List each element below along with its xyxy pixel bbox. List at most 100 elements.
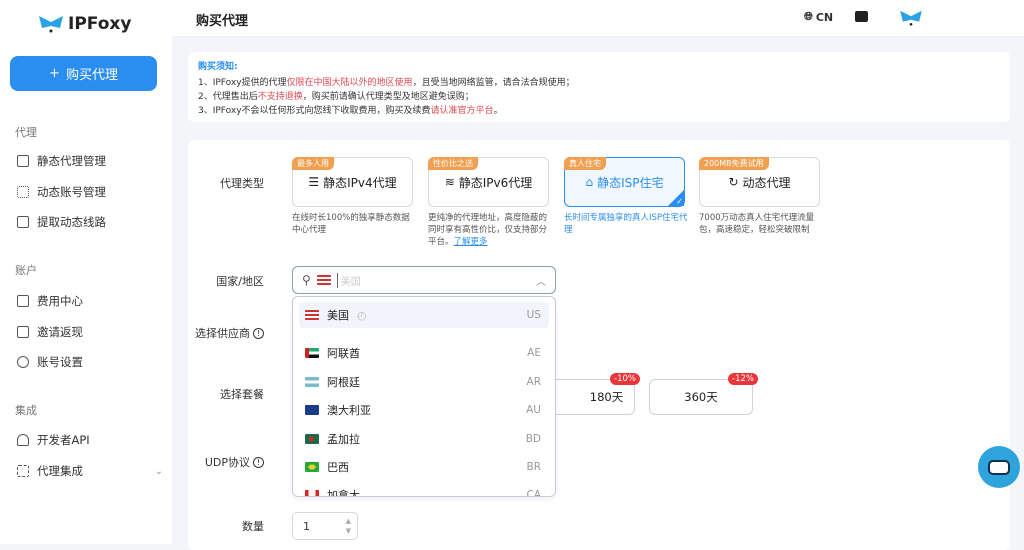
nav-label: 开发者API bbox=[37, 433, 90, 447]
country-option-us[interactable]: 美国 ◴ US bbox=[299, 302, 549, 328]
layers-icon: ≋ bbox=[444, 175, 455, 189]
type-desc: 长时间专属独享的真人ISP住宅代理 bbox=[564, 213, 688, 235]
nav-label: 动态账号管理 bbox=[37, 185, 106, 199]
country-code: BD bbox=[525, 433, 541, 445]
country-option-br[interactable]: 巴西 BR bbox=[299, 454, 549, 480]
country-select[interactable]: ⚲ 美国 ︿ bbox=[292, 266, 556, 294]
country-name: 巴西 bbox=[327, 461, 349, 474]
learn-more-link[interactable]: 了解更多 bbox=[454, 237, 488, 247]
flag-icon bbox=[305, 434, 319, 444]
search-icon: ⚲ bbox=[302, 273, 311, 287]
type-desc: 在线时长100%的独享静态数据中心代理 bbox=[292, 213, 410, 235]
type-label: 静态IPv6代理 bbox=[458, 175, 533, 190]
language-label: CN bbox=[815, 10, 834, 24]
accounts-icon bbox=[17, 186, 29, 198]
proxy-type-ipv4[interactable]: 最多人用 ☰ 静态IPv4代理 bbox=[292, 157, 413, 207]
country-code: AU bbox=[526, 404, 541, 416]
country-search-input[interactable]: 美国 bbox=[336, 272, 361, 288]
notice-line: 2、代理售出后不支持退换，购买前请确认代理类型及地区避免误购； bbox=[198, 92, 474, 102]
discount-badge: -12% bbox=[728, 373, 758, 385]
type-label: 静态IPv4代理 bbox=[323, 175, 397, 190]
package-360-days[interactable]: 360天 -12% bbox=[649, 373, 758, 415]
check-icon: ✓ bbox=[676, 197, 683, 206]
monitor-icon bbox=[17, 155, 29, 167]
label-country: 国家/地区 bbox=[216, 275, 264, 288]
flag-icon bbox=[305, 490, 319, 496]
fox-logo-icon bbox=[39, 16, 63, 33]
buy-proxy-button[interactable]: + 购买代理 bbox=[10, 56, 157, 91]
chat-icon bbox=[988, 459, 1010, 475]
nav-label: 费用中心 bbox=[37, 294, 83, 308]
country-option-au[interactable]: 澳大利亚 AU bbox=[299, 397, 549, 423]
stepper-arrows-icon[interactable]: ▲ ▼ bbox=[346, 516, 351, 536]
country-code: BR bbox=[526, 461, 542, 473]
package-label: 360天 bbox=[684, 390, 718, 404]
label-package: 选择套餐 bbox=[220, 388, 264, 401]
sidebar-item-dynamic-account[interactable]: 动态账号管理 bbox=[17, 184, 167, 200]
home-icon: ⌂ bbox=[585, 175, 594, 189]
purchase-form: 代理类型 最多人用 ☰ 静态IPv4代理 性价比之选 ≋ 静态IPv6代理 真人住宅 ⌂ 静… bbox=[188, 140, 1010, 550]
message-icon[interactable] bbox=[855, 11, 868, 22]
sidebar-item-integration[interactable]: 代理集成 ⌄ bbox=[17, 463, 167, 479]
country-code: AR bbox=[526, 376, 541, 388]
quantity-stepper[interactable]: 1 ▲ ▼ bbox=[292, 512, 358, 540]
sidebar-item-billing[interactable]: 费用中心 bbox=[17, 293, 167, 309]
refresh-icon: ↻ bbox=[728, 175, 739, 189]
card-icon bbox=[17, 295, 29, 307]
country-name: 阿根廷 bbox=[327, 376, 360, 389]
country-code: US bbox=[526, 309, 541, 321]
flag-icon bbox=[305, 377, 319, 387]
page-title: 购买代理 bbox=[196, 14, 249, 29]
notice-line: 3、IPFoxy不会以任何形式向您线下收取费用，购买及续费请认准官方平台。 bbox=[198, 106, 503, 116]
notice-title: 购买须知: bbox=[198, 62, 238, 72]
package-label: 180天 bbox=[589, 390, 624, 404]
chevron-down-icon: ⌄ bbox=[154, 465, 163, 477]
sidebar-item-api[interactable]: 开发者API bbox=[17, 432, 167, 448]
fingerprint-icon bbox=[17, 434, 29, 446]
info-icon[interactable]: ! bbox=[253, 456, 264, 468]
language-switch[interactable]: 🌐︎ CN bbox=[804, 10, 833, 24]
fox-avatar-icon[interactable] bbox=[899, 9, 923, 27]
discount-badge: -10% bbox=[610, 373, 640, 385]
flag-icon bbox=[305, 462, 319, 472]
clock-icon: ◴ bbox=[357, 308, 367, 322]
chat-support-button[interactable] bbox=[978, 446, 1020, 488]
country-option-bd[interactable]: 孟加拉 BD bbox=[299, 426, 549, 452]
section-title-integration: 集成 bbox=[15, 404, 37, 417]
proxy-type-isp[interactable]: 真人住宅 ⌂ 静态ISP住宅 ✓ bbox=[564, 157, 685, 207]
info-icon[interactable]: ! bbox=[253, 327, 264, 339]
sidebar-item-referral[interactable]: 邀请返现 bbox=[17, 324, 167, 340]
globe-icon: 🌐︎ bbox=[804, 10, 813, 23]
us-flag-icon bbox=[316, 275, 331, 285]
flag-icon bbox=[305, 348, 319, 358]
type-tag: 真人住宅 bbox=[564, 157, 606, 170]
top-header: 购买代理 🌐︎ CN bbox=[172, 0, 1024, 37]
logo[interactable]: IPFoxy bbox=[38, 14, 131, 34]
country-name: 加拿大 bbox=[327, 489, 360, 497]
label-supplier: 选择供应商! bbox=[195, 325, 264, 341]
type-tag: 性价比之选 bbox=[428, 157, 478, 170]
sidebar-item-settings[interactable]: 账号设置 bbox=[17, 354, 167, 370]
country-name: 孟加拉 bbox=[327, 433, 360, 446]
country-option-ar[interactable]: 阿根廷 AR bbox=[299, 369, 549, 395]
flag-icon bbox=[305, 310, 319, 320]
server-icon bbox=[17, 216, 29, 228]
sidebar-item-static-proxy[interactable]: 静态代理管理 bbox=[17, 153, 167, 169]
country-code: CA bbox=[526, 489, 541, 497]
type-desc: 更纯净的代理地址，高度隐蔽的同时享有高性价比，仅支持部分平台。了解更多 bbox=[428, 213, 548, 247]
brand-name: IPFoxy bbox=[68, 14, 132, 34]
type-tag: 200MB免费试用 bbox=[699, 157, 769, 170]
country-option-ca[interactable]: 加拿大 CA bbox=[299, 482, 549, 497]
buy-proxy-label: 购买代理 bbox=[65, 68, 118, 83]
plus-icon: + bbox=[49, 66, 60, 81]
country-name: 阿联酋 bbox=[327, 347, 360, 360]
sidebar-item-extract-lines[interactable]: 提取动态线路 bbox=[17, 214, 167, 230]
flag-icon bbox=[305, 405, 319, 415]
nav-label: 邀请返现 bbox=[37, 325, 83, 339]
quantity-value: 1 bbox=[303, 519, 310, 533]
label-proxy-type: 代理类型 bbox=[220, 177, 264, 190]
country-option-ae[interactable]: 阿联酋 AE bbox=[299, 340, 549, 366]
user-icon bbox=[17, 356, 29, 368]
proxy-type-dynamic[interactable]: 200MB免费试用 ↻ 动态代理 bbox=[699, 157, 820, 207]
proxy-type-ipv6[interactable]: 性价比之选 ≋ 静态IPv6代理 bbox=[428, 157, 549, 207]
